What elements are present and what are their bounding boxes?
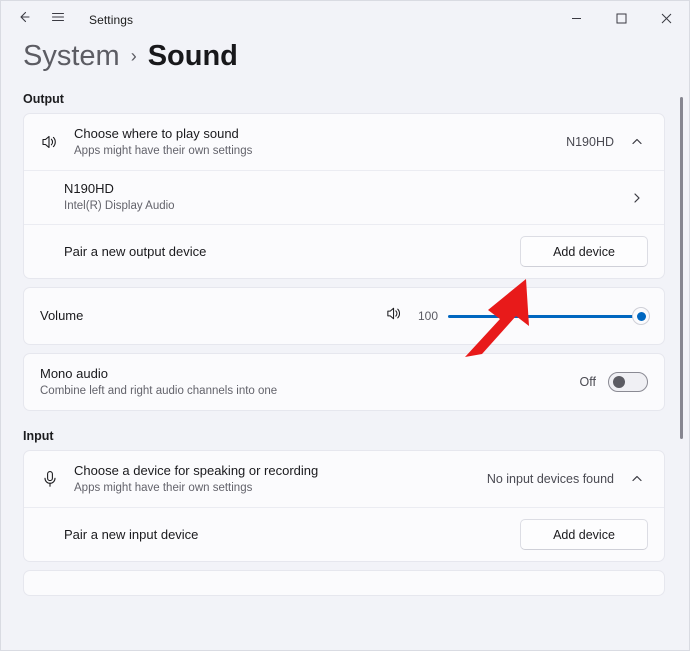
pair-input-device-title: Pair a new input device <box>64 526 520 544</box>
chevron-right-icon[interactable] <box>626 187 648 209</box>
mono-audio-subtitle: Combine left and right audio channels in… <box>40 384 580 400</box>
pair-input-device-text: Pair a new input device <box>64 526 520 544</box>
chevron-up-icon[interactable] <box>626 131 648 153</box>
speaker-icon <box>40 132 74 152</box>
pair-new-output-device-row: Pair a new output device Add device <box>24 224 664 278</box>
maximize-button[interactable] <box>599 1 644 38</box>
volume-row: Volume 100 <box>24 288 664 344</box>
output-card: Choose where to play sound Apps might ha… <box>23 113 665 279</box>
add-input-device-button[interactable]: Add device <box>520 519 648 550</box>
next-settings-card-partial[interactable] <box>23 570 665 596</box>
breadcrumb-parent[interactable]: System <box>23 40 120 73</box>
volume-card: Volume 100 <box>23 287 665 345</box>
page-title: Sound <box>148 40 238 73</box>
choose-input-device-title: Choose a device for speaking or recordin… <box>74 462 487 480</box>
choose-input-device-subtitle: Apps might have their own settings <box>74 481 487 497</box>
settings-scroll-area: Output Choose where to play sound Apps m… <box>1 87 689 650</box>
choose-input-device-row[interactable]: Choose a device for speaking or recordin… <box>24 451 664 507</box>
add-output-device-button[interactable]: Add device <box>520 236 648 267</box>
close-icon <box>661 11 672 29</box>
hamburger-menu-button[interactable] <box>41 5 75 35</box>
close-button[interactable] <box>644 1 689 38</box>
input-section-label: Input <box>23 429 665 443</box>
output-device-driver: Intel(R) Display Audio <box>64 199 626 215</box>
maximize-icon <box>616 11 627 29</box>
input-card: Choose a device for speaking or recordin… <box>23 450 665 562</box>
volume-slider[interactable] <box>448 306 648 326</box>
pair-output-device-title: Pair a new output device <box>64 243 520 261</box>
output-device-item-row[interactable]: N190HD Intel(R) Display Audio <box>24 170 664 224</box>
pair-input-device-right: Add device <box>520 519 648 550</box>
volume-control: 100 <box>385 304 648 328</box>
mono-audio-title: Mono audio <box>40 365 580 383</box>
choose-input-device-right: No input devices found <box>487 468 648 490</box>
volume-value: 100 <box>414 309 438 323</box>
back-arrow-icon <box>16 9 32 30</box>
settings-window: Settings System › <box>0 0 690 651</box>
mono-audio-toggle[interactable] <box>608 372 648 392</box>
title-bar: Settings <box>1 1 689 38</box>
output-device-item-right <box>626 187 648 209</box>
minimize-button[interactable] <box>554 1 599 38</box>
volume-title: Volume <box>40 307 385 325</box>
choose-input-device-text: Choose a device for speaking or recordin… <box>74 462 487 496</box>
choose-output-device-title: Choose where to play sound <box>74 125 566 143</box>
pair-output-device-right: Add device <box>520 236 648 267</box>
hamburger-menu-icon <box>50 9 66 30</box>
pair-output-device-text: Pair a new output device <box>64 243 520 261</box>
mono-audio-row: Mono audio Combine left and right audio … <box>24 354 664 410</box>
output-device-name: N190HD <box>64 180 626 198</box>
chevron-up-icon[interactable] <box>626 468 648 490</box>
choose-output-device-row[interactable]: Choose where to play sound Apps might ha… <box>24 114 664 170</box>
choose-output-device-right: N190HD <box>566 131 648 153</box>
mono-audio-control: Off <box>580 372 648 392</box>
selected-input-device-value: No input devices found <box>487 472 614 486</box>
output-section-label: Output <box>23 92 665 106</box>
back-button[interactable] <box>7 5 41 35</box>
vertical-scrollbar[interactable] <box>680 97 683 439</box>
volume-slider-track <box>448 315 648 318</box>
mono-audio-state-label: Off <box>580 375 596 389</box>
selected-output-device-value: N190HD <box>566 135 614 149</box>
output-device-item-text: N190HD Intel(R) Display Audio <box>64 180 626 214</box>
choose-output-device-subtitle: Apps might have their own settings <box>74 144 566 160</box>
pair-new-input-device-row: Pair a new input device Add device <box>24 507 664 561</box>
breadcrumb-separator: › <box>131 46 137 67</box>
mono-audio-card: Mono audio Combine left and right audio … <box>23 353 665 411</box>
minimize-icon <box>571 11 582 29</box>
volume-text: Volume <box>40 307 385 325</box>
volume-speaker-icon <box>385 304 404 328</box>
choose-output-device-text: Choose where to play sound Apps might ha… <box>74 125 566 159</box>
breadcrumb: System › Sound <box>1 38 689 87</box>
mono-audio-text: Mono audio Combine left and right audio … <box>40 365 580 399</box>
volume-slider-thumb[interactable] <box>632 307 650 325</box>
microphone-icon <box>40 469 74 489</box>
window-title: Settings <box>89 13 133 27</box>
